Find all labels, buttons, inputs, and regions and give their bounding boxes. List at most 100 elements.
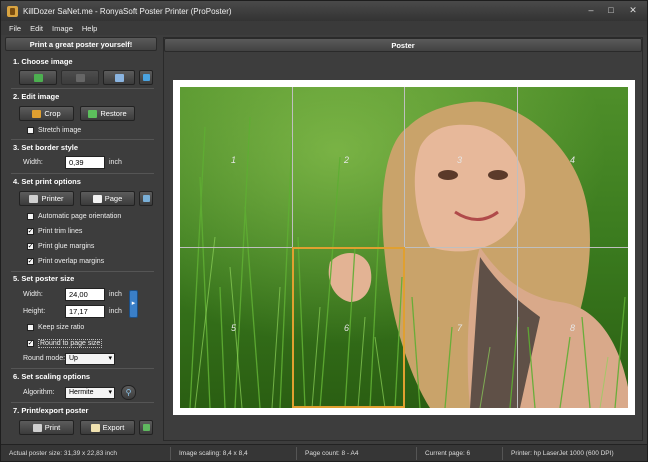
status-actual-size: Actual poster size: 31,39 x 22,83 inch [1, 446, 171, 460]
checkbox-box[interactable]: ✓ [27, 228, 34, 235]
scan-image-button[interactable] [103, 70, 135, 85]
export-button[interactable]: Export [80, 420, 135, 435]
poster-canvas[interactable]: 1 2 3 4 5 6 7 8 [173, 80, 635, 415]
export-icon [90, 423, 100, 432]
keep-ratio-label: Keep size ratio [38, 324, 85, 331]
algorithm-label: Algorithm: [23, 389, 55, 396]
divider [11, 88, 154, 89]
checkbox-box[interactable] [27, 127, 34, 134]
link-size-toggle[interactable]: ▸ [129, 290, 138, 318]
section-edit-image: 2. Edit image [13, 92, 60, 101]
poster-panel: Poster 1 2 3 4 5 6 7 8 [163, 37, 643, 441]
page-number[interactable]: 8 [570, 323, 575, 333]
page-number[interactable]: 6 [344, 323, 349, 333]
keep-ratio-checkbox[interactable]: Keep size ratio [27, 324, 84, 331]
menu-file[interactable]: File [9, 24, 21, 33]
page-number[interactable]: 1 [231, 155, 236, 165]
page-number[interactable]: 5 [231, 323, 236, 333]
auto-orientation-checkbox[interactable]: Automatic page orientation [27, 213, 121, 220]
print-button[interactable]: Print [19, 420, 74, 435]
page-number[interactable]: 7 [457, 323, 462, 333]
page-number[interactable]: 4 [570, 155, 575, 165]
menu-image[interactable]: Image [52, 24, 73, 33]
divider [11, 271, 154, 272]
close-icon[interactable]: ✕ [627, 5, 639, 16]
paste-icon [75, 73, 85, 82]
glue-margins-label: Print glue margins [38, 243, 95, 250]
settings-icon [142, 424, 150, 431]
app-logo-icon [7, 5, 18, 17]
algorithm-value: Hermite [69, 389, 94, 396]
crop-label: Crop [44, 109, 61, 118]
printer-label: Printer [41, 194, 64, 203]
poster-height-input[interactable]: 17,17 [65, 305, 105, 318]
status-printer: Printer: hp LaserJet 1000 (600 DPI) [511, 449, 614, 457]
status-page-count: Page count: 8 - A4 [297, 446, 417, 460]
magnifier-icon: ⚲ [125, 388, 132, 397]
options-panel-header: Print a great poster yourself! [5, 37, 157, 51]
checkbox-box[interactable] [27, 213, 34, 220]
restore-icon [88, 109, 98, 118]
section-scaling: 6. Set scaling options [13, 372, 91, 381]
checkbox-box[interactable] [27, 324, 34, 331]
open-image-button[interactable] [19, 70, 57, 85]
round-to-page-label: Round to page size [38, 339, 103, 348]
checkbox-box[interactable]: ✓ [27, 243, 34, 250]
scanner-icon [114, 73, 124, 82]
preview-icon [142, 195, 150, 202]
border-width-input[interactable]: 0,39 [65, 156, 105, 169]
menu-help[interactable]: Help [82, 24, 97, 33]
divider [11, 139, 154, 140]
fullscreen-button[interactable] [139, 70, 153, 85]
poster-image[interactable]: 1 2 3 4 5 6 7 8 [180, 87, 628, 408]
open-image-icon [33, 73, 43, 82]
page-setup-button[interactable]: Page [80, 191, 135, 206]
export-settings-button[interactable] [139, 420, 153, 435]
printer-button[interactable]: Printer [19, 191, 74, 206]
zoom-preview-button[interactable]: ⚲ [121, 385, 136, 400]
printer-icon [29, 194, 39, 203]
title-bar: KillDozer SaNet.me - RonyaSoft Poster Pr… [1, 1, 647, 21]
checkbox-box[interactable]: ✓ [27, 340, 34, 347]
section-choose-image: 1. Choose image [13, 57, 73, 66]
overlap-margins-checkbox[interactable]: ✓ Print overlap margins [27, 258, 104, 265]
chevron-right-icon: ▸ [131, 300, 136, 307]
divider [11, 368, 154, 369]
overlap-margins-label: Print overlap margins [38, 258, 105, 265]
algorithm-select[interactable]: Hermite [65, 387, 115, 399]
section-poster-size: 5. Set poster size [13, 274, 75, 283]
status-current-page: Current page: 6 [417, 446, 503, 460]
print-label: Print [44, 423, 61, 432]
page-icon [92, 194, 102, 203]
expand-icon [142, 74, 150, 81]
round-mode-select[interactable]: Up [65, 353, 115, 365]
section-print-options: 4. Set print options [13, 177, 81, 186]
options-panel: Print a great poster yourself! 1. Choose… [5, 37, 157, 441]
divider [11, 173, 154, 174]
border-width-label: Width: [23, 159, 43, 166]
poster-panel-header: Poster [164, 38, 642, 52]
restore-button[interactable]: Restore [80, 106, 135, 121]
menu-edit[interactable]: Edit [30, 24, 43, 33]
trim-lines-label: Print trim lines [38, 228, 83, 235]
window-title: KillDozer SaNet.me - RonyaSoft Poster Pr… [23, 6, 232, 16]
poster-height-unit: inch [109, 308, 122, 315]
page-number[interactable]: 3 [457, 155, 462, 165]
page-number[interactable]: 2 [344, 155, 349, 165]
round-to-page-checkbox[interactable]: ✓ Round to page size [27, 339, 103, 348]
auto-orientation-label: Automatic page orientation [38, 213, 122, 220]
print-preview-button[interactable] [139, 191, 153, 206]
trim-lines-checkbox[interactable]: ✓ Print trim lines [27, 228, 82, 235]
glue-margins-checkbox[interactable]: ✓ Print glue margins [27, 243, 94, 250]
maximize-icon[interactable]: □ [605, 5, 617, 16]
stretch-image-checkbox[interactable]: Stretch image [27, 127, 81, 134]
border-width-unit: inch [109, 159, 122, 166]
poster-width-input[interactable]: 24,00 [65, 288, 105, 301]
paste-image-button[interactable] [61, 70, 99, 85]
status-bar: Actual poster size: 31,39 x 22,83 inch I… [1, 444, 647, 461]
minimize-icon[interactable]: – [585, 5, 597, 16]
checkbox-box[interactable]: ✓ [27, 258, 34, 265]
crop-button[interactable]: Crop [19, 106, 74, 121]
status-scaling: Image scaling: 8,4 x 8,4 [171, 446, 297, 460]
app-window: KillDozer SaNet.me - RonyaSoft Poster Pr… [0, 0, 648, 462]
